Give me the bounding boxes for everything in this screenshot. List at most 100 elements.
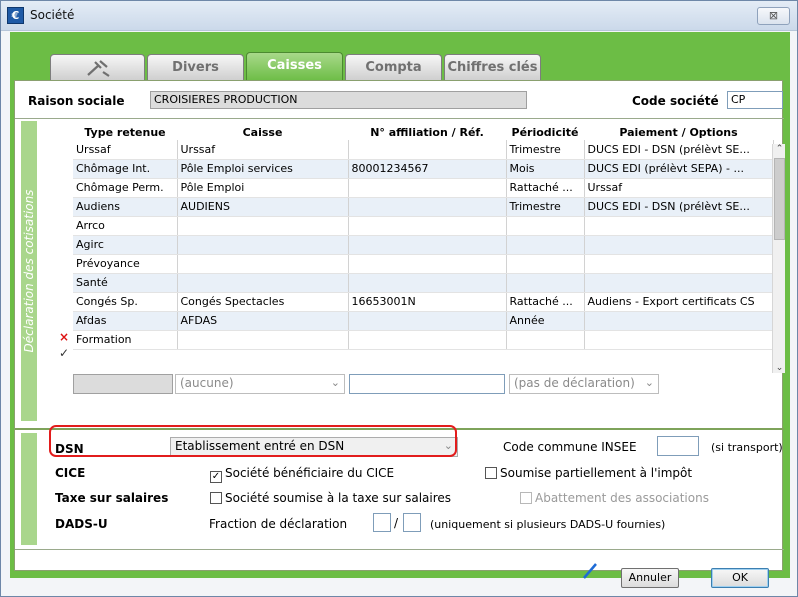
si-transport-note: (si transport) (711, 441, 783, 454)
cell-periodicite[interactable] (506, 330, 585, 350)
cell-caisse[interactable] (177, 254, 349, 274)
ok-button[interactable]: OK (711, 568, 769, 588)
table-row[interactable]: Santé (73, 273, 774, 293)
cell-type[interactable]: Agirc (73, 235, 178, 255)
cell-caisse[interactable]: Pôle Emploi (177, 178, 349, 198)
cell-affiliation[interactable] (348, 273, 507, 293)
table-row[interactable]: Audiens AUDIENS Trimestre DUCS EDI - DSN (p… (73, 197, 774, 217)
table-row[interactable]: Prévoyance (73, 254, 774, 274)
cell-affiliation[interactable] (348, 235, 507, 255)
scroll-up-icon[interactable]: ⌃ (773, 144, 786, 154)
scroll-down-icon[interactable]: ⌄ (773, 363, 786, 373)
tab-caisses[interactable]: Caisses (246, 52, 343, 81)
cell-paiement[interactable] (584, 330, 774, 350)
cell-periodicite[interactable]: Mois (506, 159, 585, 179)
cell-paiement[interactable] (584, 216, 774, 236)
cell-periodicite[interactable]: Rattaché ... (506, 178, 585, 198)
tab-chiffres-cles[interactable]: Chiffres clés (444, 54, 541, 80)
table-row[interactable]: Congés Sp. Congés Spectacles 16653001N Ratt… (73, 292, 774, 312)
cell-affiliation[interactable]: 16653001N (348, 292, 507, 312)
code-commune-input[interactable] (657, 436, 699, 456)
table-row[interactable]: Urssaf Urssaf Trimestre DUCS EDI - DSN (pré… (73, 140, 774, 160)
cell-affiliation[interactable] (348, 178, 507, 198)
cice-beneficiaire-checkbox[interactable]: ✓ Société bénéficiaire du CICE (210, 466, 394, 483)
cell-paiement[interactable]: DUCS EDI - DSN (prélèvt SE... (584, 140, 774, 160)
cell-type[interactable]: Afdas (73, 311, 178, 331)
cell-caisse[interactable] (177, 216, 349, 236)
cell-periodicite[interactable] (506, 216, 585, 236)
cell-caisse[interactable] (177, 273, 349, 293)
cell-affiliation[interactable] (348, 330, 507, 350)
cell-affiliation[interactable] (348, 254, 507, 274)
annuler-button[interactable]: Annuler (621, 568, 679, 588)
cell-paiement[interactable] (584, 311, 774, 331)
cell-affiliation[interactable]: 80001234567 (348, 159, 507, 179)
table-row[interactable]: Chômage Perm. Pôle Emploi Rattaché ... Urss… (73, 178, 774, 198)
abattement-checkbox[interactable]: Abattement des associations (520, 491, 709, 505)
cell-type[interactable]: Urssaf (73, 140, 178, 160)
table-row[interactable]: Agirc (73, 235, 774, 255)
cell-periodicite[interactable] (506, 273, 585, 293)
cell-caisse[interactable]: AUDIENS (177, 197, 349, 217)
fraction-b-input[interactable] (403, 513, 421, 532)
cell-affiliation[interactable] (348, 216, 507, 236)
periodicite-select[interactable]: (pas de déclaration) ⌄ (509, 374, 659, 394)
cell-paiement[interactable]: Audiens - Export certificats CS (584, 292, 774, 312)
cell-paiement[interactable]: DUCS EDI - DSN (prélèvt SE... (584, 197, 774, 217)
table-row[interactable]: Formation (73, 330, 774, 350)
close-button[interactable]: ⊠ (757, 7, 790, 25)
taxe-soumise-checkbox[interactable]: Société soumise à la taxe sur salaires (210, 491, 451, 505)
cell-affiliation[interactable] (348, 197, 507, 217)
cell-type[interactable]: Audiens (73, 197, 178, 217)
tab-divers[interactable]: Divers (147, 54, 244, 80)
cell-periodicite[interactable]: Rattaché ... (506, 292, 585, 312)
abattement-label: Abattement des associations (535, 491, 709, 505)
cell-periodicite[interactable]: Trimestre (506, 140, 585, 160)
cell-type[interactable]: Arrco (73, 216, 178, 236)
cell-type[interactable]: Prévoyance (73, 254, 178, 274)
table-row[interactable]: Chômage Int. Pôle Emploi services 80001234… (73, 159, 774, 179)
checkbox-checked-icon[interactable]: ✓ (210, 471, 222, 483)
code-societe-input[interactable]: CP (727, 91, 783, 109)
chevron-down-icon: ⌄ (644, 376, 654, 389)
cell-affiliation[interactable] (348, 311, 507, 331)
code-societe-label: Code société (632, 94, 719, 108)
cell-caisse[interactable] (177, 330, 349, 350)
table-scrollbar[interactable]: ⌃ ⌄ (772, 144, 785, 373)
cell-paiement[interactable] (584, 273, 774, 293)
cell-paiement[interactable] (584, 235, 774, 255)
cell-caisse[interactable]: Urssaf (177, 140, 349, 160)
cell-type[interactable]: Chômage Int. (73, 159, 178, 179)
tab-tools[interactable] (50, 54, 145, 80)
cell-paiement[interactable] (584, 254, 774, 274)
taxe-salaires-label: Taxe sur salaires (55, 491, 169, 505)
fraction-a-input[interactable] (373, 513, 391, 532)
cell-type[interactable]: Formation (73, 330, 178, 350)
cell-type[interactable]: Congés Sp. (73, 292, 178, 312)
delete-row-icon[interactable]: × (59, 330, 69, 344)
affiliation-input[interactable] (349, 374, 505, 394)
impot-partiel-checkbox[interactable]: Soumise partiellement à l'impôt (485, 466, 692, 480)
cell-periodicite[interactable]: Trimestre (506, 197, 585, 217)
checkbox-icon[interactable] (210, 492, 222, 504)
cell-caisse[interactable] (177, 235, 349, 255)
tab-compta[interactable]: Compta (345, 54, 442, 80)
cell-paiement[interactable]: Urssaf (584, 178, 774, 198)
cell-caisse[interactable]: AFDAS (177, 311, 349, 331)
caisse-select[interactable]: (aucune) ⌄ (175, 374, 345, 394)
table-row[interactable]: Arrco (73, 216, 774, 236)
cell-type[interactable]: Chômage Perm. (73, 178, 178, 198)
cell-periodicite[interactable]: Année (506, 311, 585, 331)
cell-periodicite[interactable] (506, 254, 585, 274)
checkbox-icon[interactable] (485, 467, 497, 479)
scroll-thumb[interactable] (774, 158, 785, 240)
table-header: Type retenue Caisse N° affiliation / Réf… (73, 124, 773, 140)
cell-affiliation[interactable] (348, 140, 507, 160)
cell-periodicite[interactable] (506, 235, 585, 255)
cell-caisse[interactable]: Pôle Emploi services (177, 159, 349, 179)
cell-caisse[interactable]: Congés Spectacles (177, 292, 349, 312)
table-row[interactable]: Afdas AFDAS Année (73, 311, 774, 331)
cell-type[interactable]: Santé (73, 273, 178, 293)
cell-paiement[interactable]: DUCS EDI (prélèvt SEPA) - ... (584, 159, 774, 179)
checkbox-icon[interactable] (520, 492, 532, 504)
